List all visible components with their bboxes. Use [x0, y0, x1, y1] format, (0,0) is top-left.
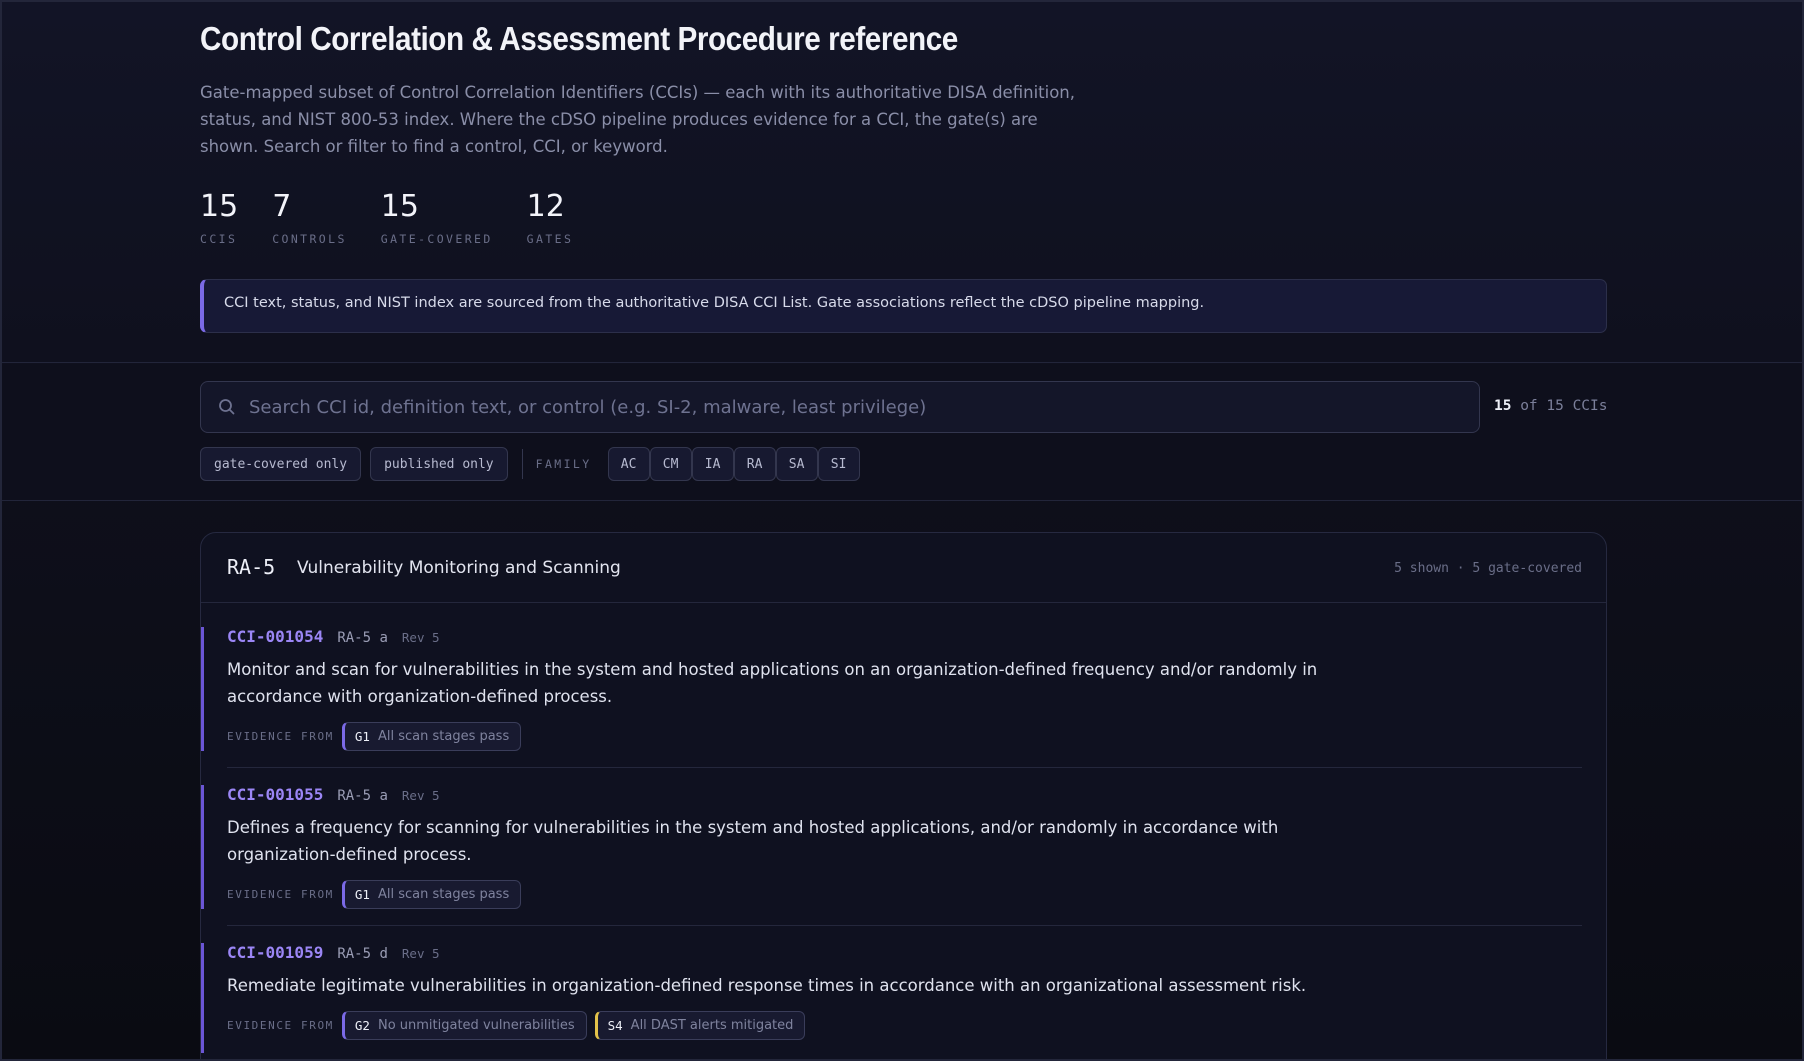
- cci-definition: Remediate legitimate vulnerabilities in …: [227, 976, 1307, 995]
- evidence-row: EVIDENCE FROM G1 All scan stages pass: [227, 722, 1582, 751]
- gate-description: All scan stages pass: [377, 887, 510, 902]
- page-title: Control Correlation & Assessment Procedu…: [200, 20, 958, 57]
- gate-description: All scan stages pass: [377, 729, 510, 744]
- cci-heading: CCI-001055 RA-5 a Rev 5: [227, 785, 1582, 804]
- cci-revision: Rev 5: [401, 946, 440, 961]
- cci-definition: Monitor and scan for vulnerabilities in …: [227, 660, 1318, 706]
- result-count: 15 of 15 CCIs: [1494, 398, 1608, 414]
- search-input[interactable]: [249, 382, 1459, 432]
- cci-heading: CCI-001059 RA-5 d Rev 5: [227, 943, 1582, 962]
- stat-value: 7: [272, 189, 292, 224]
- result-count-total: of 15 CCIs: [1520, 398, 1608, 414]
- stat-label: GATE-COVERED: [380, 232, 493, 246]
- stat-ccis: 15 CCIS: [200, 188, 238, 246]
- control-group-header[interactable]: RA-5 Vulnerability Monitoring and Scanni…: [201, 533, 1606, 603]
- gate-badge[interactable]: S4 All DAST alerts mitigated: [594, 1011, 806, 1040]
- cci-id[interactable]: CCI-001054: [227, 627, 323, 646]
- family-chip-ra[interactable]: RA: [733, 447, 776, 481]
- cci-accent-bar: [201, 785, 204, 909]
- stat-label: GATES: [526, 232, 574, 246]
- stat-gate-covered: 15 GATE-COVERED: [381, 188, 493, 246]
- filter-row: gate-covered only published only FAMILY …: [200, 447, 860, 481]
- gate-badge[interactable]: G1 All scan stages pass: [341, 880, 522, 909]
- evidence-row: EVIDENCE FROM G1 All scan stages pass: [227, 880, 1582, 909]
- gate-covered-toggle[interactable]: gate-covered only: [200, 447, 362, 481]
- family-label: FAMILY: [535, 457, 592, 471]
- cci-control-ref: RA-5 d: [337, 946, 388, 962]
- evidence-label: EVIDENCE FROM: [227, 730, 334, 743]
- cci-revision: Rev 5: [401, 630, 440, 645]
- cci-body: CCI-001054 RA-5 a Rev 5 Monitor and scan…: [227, 627, 1582, 768]
- cci-body: CCI-001055 RA-5 a Rev 5 Defines a freque…: [227, 785, 1582, 926]
- cci-item: CCI-001054 RA-5 a Rev 5 Monitor and scan…: [201, 627, 1582, 768]
- cci-accent-bar: [201, 627, 204, 751]
- cci-definition: Defines a frequency for scanning for vul…: [227, 818, 1279, 864]
- gate-code: S4: [607, 1018, 623, 1033]
- page: Control Correlation & Assessment Procedu…: [0, 0, 1804, 1061]
- family-chip-si[interactable]: SI: [817, 447, 860, 481]
- gate-description: All DAST alerts mitigated: [630, 1018, 794, 1033]
- gate-badge[interactable]: G2 No unmitigated vulnerabilities: [341, 1011, 587, 1040]
- evidence-label: EVIDENCE FROM: [227, 888, 334, 901]
- result-count-shown: 15: [1494, 398, 1512, 414]
- filter-toolbar: 15 of 15 CCIs gate-covered only publishe…: [2, 364, 1802, 501]
- stat-label: CONTROLS: [272, 232, 347, 246]
- gate-badge[interactable]: G1 All scan stages pass: [341, 722, 522, 751]
- stat-gates: 12 GATES: [527, 188, 574, 246]
- control-id: RA-5: [227, 555, 276, 579]
- cci-item: CCI-001059 RA-5 d Rev 5 Remediate legiti…: [201, 943, 1582, 1059]
- family-chip-ia[interactable]: IA: [691, 447, 734, 481]
- page-header: Control Correlation & Assessment Procedu…: [2, 2, 1802, 363]
- evidence-label: EVIDENCE FROM: [227, 1019, 334, 1032]
- cci-item: CCI-001055 RA-5 a Rev 5 Defines a freque…: [201, 785, 1582, 926]
- search-icon: [219, 399, 235, 415]
- family-chip-ac[interactable]: AC: [607, 447, 650, 481]
- control-group-card: RA-5 Vulnerability Monitoring and Scanni…: [200, 532, 1607, 1059]
- published-toggle[interactable]: published only: [370, 447, 508, 481]
- evidence-row: EVIDENCE FROM G2 No unmitigated vulnerab…: [227, 1011, 1582, 1040]
- stats-row: 15 CCIS 7 CONTROLS 15 GATE-COVERED 12 GA…: [200, 188, 607, 246]
- source-notice: CCI text, status, and NIST index are sou…: [200, 279, 1607, 333]
- cci-heading: CCI-001054 RA-5 a Rev 5: [227, 627, 1582, 646]
- cci-id[interactable]: CCI-001059: [227, 943, 323, 962]
- cci-control-ref: RA-5 a: [337, 630, 388, 646]
- gate-code: G1: [354, 887, 370, 902]
- cci-id[interactable]: CCI-001055: [227, 785, 323, 804]
- stat-label: CCIS: [200, 232, 238, 246]
- control-title: Vulnerability Monitoring and Scanning: [297, 558, 621, 578]
- family-chip-sa[interactable]: SA: [775, 447, 818, 481]
- family-chip-cm[interactable]: CM: [649, 447, 692, 481]
- stat-controls: 7 CONTROLS: [272, 188, 347, 246]
- gate-code: G1: [354, 729, 370, 744]
- stat-value: 12: [526, 189, 565, 224]
- cci-control-ref: RA-5 a: [337, 788, 388, 804]
- cci-accent-bar: [201, 943, 204, 1053]
- stat-value: 15: [200, 189, 239, 224]
- cci-body: CCI-001059 RA-5 d Rev 5 Remediate legiti…: [227, 943, 1582, 1059]
- gate-code: G2: [354, 1018, 370, 1033]
- control-group-meta: 5 shown · 5 gate-covered: [1394, 561, 1582, 576]
- cci-revision: Rev 5: [401, 788, 440, 803]
- filter-divider: [521, 449, 523, 479]
- stat-value: 15: [380, 189, 419, 224]
- search-box[interactable]: [200, 381, 1480, 433]
- gate-description: No unmitigated vulnerabilities: [377, 1018, 575, 1033]
- page-subtitle: Gate-mapped subset of Control Correlatio…: [200, 83, 1075, 156]
